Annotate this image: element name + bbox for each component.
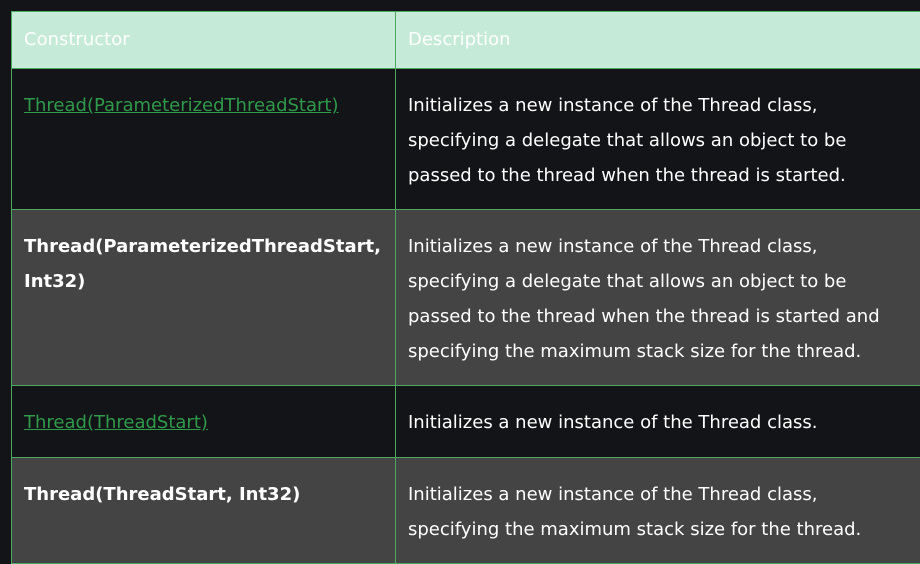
table-header-row: Constructor Description [12, 12, 920, 69]
table-row: Thread(ParameterizedThreadStart) Initial… [12, 69, 920, 210]
constructor-cell: Thread(ThreadStart) [12, 386, 396, 458]
constructor-link[interactable]: Thread(ParameterizedThreadStart) [24, 95, 339, 116]
constructors-table-container: Constructor Description Thread(Parameter… [11, 11, 920, 564]
description-cell: Initializes a new instance of the Thread… [396, 458, 920, 564]
constructor-cell: Thread(ThreadStart, Int32) [12, 458, 396, 564]
description-cell: Initializes a new instance of the Thread… [396, 386, 920, 458]
constructor-cell: Thread(ParameterizedThreadStart, Int32) [12, 210, 396, 386]
table-row: Thread(ThreadStart) Initializes a new in… [12, 386, 920, 458]
table-row: Thread(ThreadStart, Int32) Initializes a… [12, 458, 920, 564]
header-constructor: Constructor [12, 12, 396, 69]
description-cell: Initializes a new instance of the Thread… [396, 69, 920, 210]
header-description: Description [396, 12, 920, 69]
constructors-table: Constructor Description Thread(Parameter… [11, 11, 920, 564]
table-row: Thread(ParameterizedThreadStart, Int32) … [12, 210, 920, 386]
constructor-cell: Thread(ParameterizedThreadStart) [12, 69, 396, 210]
constructor-link[interactable]: Thread(ThreadStart) [24, 412, 208, 433]
description-cell: Initializes a new instance of the Thread… [396, 210, 920, 386]
